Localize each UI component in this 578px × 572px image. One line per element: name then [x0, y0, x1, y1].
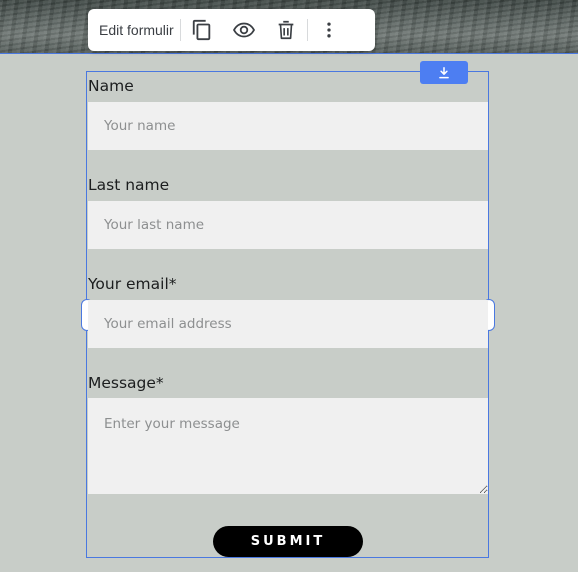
name-input[interactable] — [88, 102, 488, 150]
download-icon — [439, 66, 449, 78]
submit-button[interactable]: SUBMIT — [213, 526, 363, 557]
more-options-button[interactable] — [308, 9, 350, 51]
email-input[interactable] — [88, 300, 488, 348]
download-handle-button[interactable] — [420, 61, 468, 84]
delete-button[interactable] — [265, 9, 307, 51]
name-label: Name — [88, 77, 134, 95]
trash-icon — [278, 20, 294, 40]
message-textarea[interactable] — [88, 398, 488, 494]
last-name-label: Last name — [88, 176, 170, 194]
edit-toolbar: Edit formulir — [88, 9, 375, 51]
duplicate-button[interactable] — [181, 9, 223, 51]
section-selection-line — [0, 53, 578, 54]
last-name-input[interactable] — [88, 201, 488, 249]
email-label: Your email* — [88, 275, 177, 293]
duplicate-icon — [192, 19, 211, 41]
more-vertical-icon — [327, 22, 331, 38]
edit-form-button[interactable]: Edit formulir — [88, 22, 180, 38]
message-label: Message* — [88, 374, 164, 392]
preview-eye-icon — [232, 22, 256, 38]
preview-button[interactable] — [223, 9, 265, 51]
